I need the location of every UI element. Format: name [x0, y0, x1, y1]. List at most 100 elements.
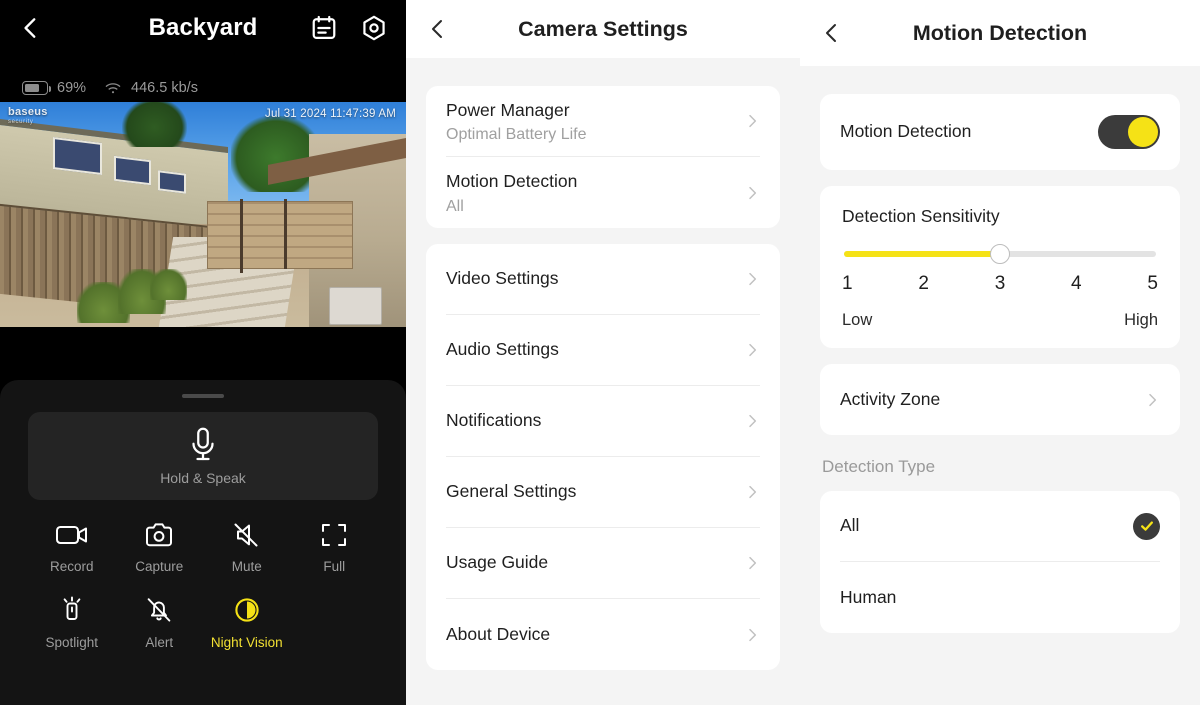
settings-row-about-device[interactable]: About Device — [446, 599, 760, 670]
video-watermark: baseus security — [8, 106, 48, 125]
row-title: About Device — [446, 623, 551, 644]
chevron-right-icon — [749, 186, 757, 199]
detection-type-option-human[interactable]: Human — [840, 562, 1160, 633]
fullscreen-button[interactable]: Full — [291, 522, 379, 588]
alert-button[interactable]: Alert — [116, 596, 204, 664]
chevron-right-icon — [1149, 393, 1157, 406]
settings-row-video-settings[interactable]: Video Settings — [446, 244, 760, 315]
activity-zone-card: Activity Zone — [820, 364, 1180, 435]
chevron-left-icon[interactable] — [426, 17, 450, 41]
page-title: Camera Settings — [518, 16, 688, 41]
slider-fill — [844, 251, 1000, 257]
wifi-icon — [105, 83, 121, 94]
sheet-grabber[interactable] — [182, 394, 224, 398]
motion-detection-toggle-row[interactable]: Motion Detection — [840, 94, 1160, 170]
settings-row-general-settings[interactable]: General Settings — [446, 457, 760, 528]
chevron-right-icon — [749, 114, 757, 128]
settings-row-notifications[interactable]: Notifications — [446, 386, 760, 457]
row-title: Human — [840, 586, 897, 607]
tick-label: 4 — [1071, 273, 1082, 294]
control-label: Capture — [135, 559, 184, 574]
video-camera-icon — [55, 526, 87, 544]
motion-detection-switch[interactable] — [1098, 115, 1160, 149]
bitrate-label: 446.5 kb/s — [131, 80, 198, 96]
night-vision-button[interactable]: Night Vision — [203, 596, 291, 664]
detection-type-option-all[interactable]: All — [840, 491, 1160, 562]
chevron-right-icon — [749, 485, 757, 499]
tick-label: 5 — [1147, 273, 1158, 294]
motion-detection-header: Motion Detection — [800, 0, 1200, 66]
camera-status-bar: 69% 446.5 kb/s — [0, 56, 406, 102]
camera-icon — [146, 523, 173, 547]
hex-gear-icon[interactable] — [360, 14, 388, 42]
detection-sensitivity-title: Detection Sensitivity — [842, 206, 1000, 226]
live-view-panel: Backyard 69% 446.5 kb/s baseus security … — [0, 0, 406, 705]
settings-row-motion-detection[interactable]: Motion Detection All — [446, 157, 760, 228]
live-header-actions — [310, 14, 388, 42]
chevron-right-icon — [749, 556, 757, 570]
chevron-left-icon[interactable] — [18, 15, 44, 41]
settings-row-usage-guide[interactable]: Usage Guide — [446, 528, 760, 599]
tick-label: 2 — [918, 273, 929, 294]
control-label: Full — [323, 559, 346, 574]
flashlight-icon — [63, 596, 81, 620]
row-title: All — [840, 515, 860, 536]
row-title: Video Settings — [446, 268, 559, 289]
row-title: Usage Guide — [446, 552, 549, 573]
capture-button[interactable]: Capture — [116, 522, 204, 588]
sensitivity-tick-labels: 1 2 3 4 5 — [842, 273, 1158, 295]
row-title: Motion Detection — [840, 121, 972, 142]
speaker-muted-icon — [234, 523, 258, 547]
calendar-events-icon[interactable] — [310, 14, 338, 42]
fullscreen-icon — [322, 524, 347, 546]
camera-settings-panel: Camera Settings Power Manager Optimal Ba… — [406, 0, 800, 705]
microphone-icon — [192, 427, 214, 461]
live-view-header: Backyard — [0, 0, 406, 56]
page-title: Motion Detection — [912, 20, 1088, 45]
spotlight-button[interactable]: Spotlight — [28, 596, 116, 664]
row-title: Audio Settings — [446, 339, 559, 360]
selected-check-badge — [1133, 512, 1160, 540]
settings-group-secondary: Video Settings Audio Settings Notificati… — [426, 244, 780, 670]
row-title: Power Manager — [446, 99, 570, 120]
sensitivity-high-label: High — [1124, 311, 1158, 329]
record-button[interactable]: Record — [28, 522, 116, 588]
control-label: Spotlight — [45, 635, 99, 650]
mute-button[interactable]: Mute — [203, 522, 291, 588]
hold-and-speak-label: Hold & Speak — [160, 470, 246, 486]
sensitivity-endcap-labels: Low High — [842, 311, 1158, 330]
row-title: Notifications — [446, 410, 542, 431]
control-label: Mute — [231, 559, 262, 574]
detection-type-card: All Human — [820, 491, 1180, 633]
tick-label: 3 — [994, 273, 1006, 294]
battery-icon — [22, 81, 52, 95]
camera-settings-header: Camera Settings — [406, 0, 800, 58]
row-text: Power Manager Optimal Battery Life — [446, 98, 744, 144]
control-label: Night Vision — [210, 635, 283, 650]
settings-row-audio-settings[interactable]: Audio Settings — [446, 315, 760, 386]
camera-control-grid: Record Capture Mute Full Spotlight Alert… — [28, 522, 378, 664]
chevron-left-icon[interactable] — [820, 21, 844, 45]
settings-group-primary: Power Manager Optimal Battery Life Motio… — [426, 86, 780, 228]
live-video-feed[interactable]: baseus security Jul 31 2024 11:47:39 AM — [0, 102, 406, 327]
activity-zone-row[interactable]: Activity Zone — [840, 364, 1160, 435]
detection-type-section-label: Detection Type — [822, 457, 936, 476]
bell-off-icon — [147, 598, 171, 622]
watermark-sub: security — [8, 118, 34, 125]
hold-and-speak-button[interactable]: Hold & Speak — [28, 412, 378, 500]
video-timestamp: Jul 31 2024 11:47:39 AM — [265, 108, 396, 120]
switch-knob — [1128, 117, 1158, 147]
check-icon — [1140, 521, 1153, 531]
watermark-brand: baseus — [8, 106, 48, 118]
three-panel-screenshot: Backyard 69% 446.5 kb/s baseus security … — [0, 0, 1200, 705]
slider-thumb[interactable] — [990, 244, 1010, 264]
chevron-right-icon — [749, 272, 757, 286]
row-text: Motion Detection All — [446, 169, 744, 215]
motion-toggle-card: Motion Detection — [820, 94, 1180, 170]
motion-detection-panel: Motion Detection Motion Detection Detect… — [800, 0, 1200, 705]
detection-sensitivity-slider[interactable] — [844, 244, 1156, 264]
detection-sensitivity-card: Detection Sensitivity 1 2 3 4 5 Low High — [820, 186, 1180, 348]
settings-row-power-manager[interactable]: Power Manager Optimal Battery Life — [446, 86, 760, 157]
battery-percent-label: 69% — [57, 80, 87, 96]
row-subtitle: Optimal Battery Life — [446, 126, 587, 144]
